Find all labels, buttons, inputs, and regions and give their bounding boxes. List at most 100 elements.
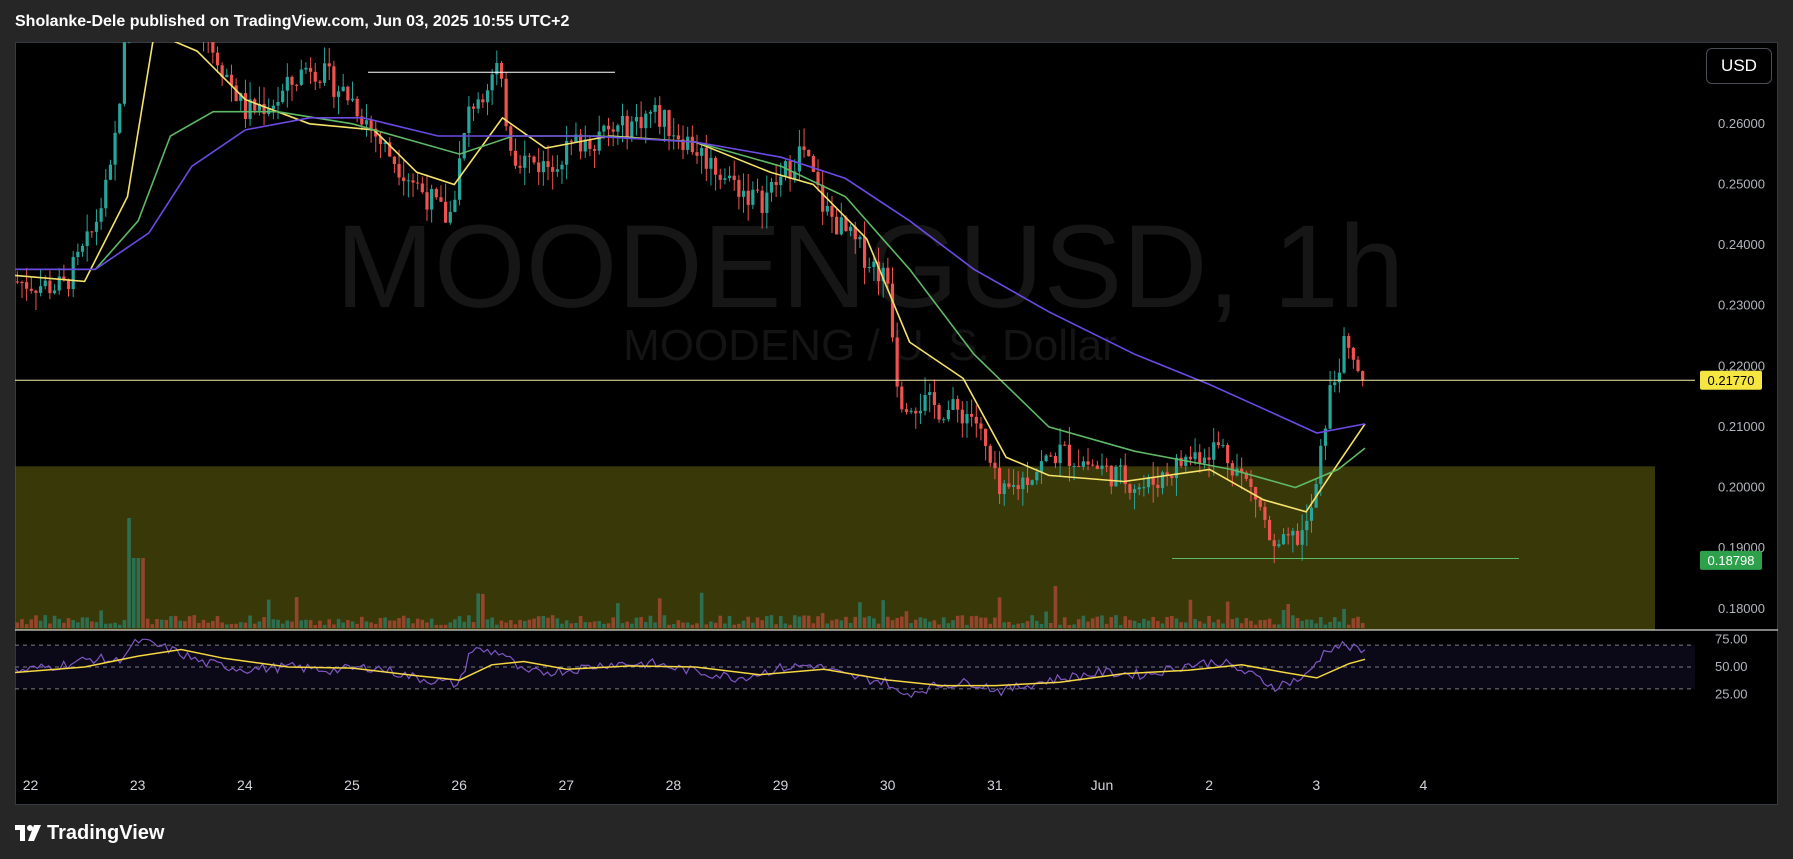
volume-bar: [522, 620, 527, 628]
candle-body: [765, 192, 769, 213]
candle-body: [1105, 465, 1109, 467]
volume-bar: [85, 617, 89, 628]
candle-body: [104, 179, 108, 209]
candle-body: [215, 52, 220, 66]
current-price-text: 0.21770: [1708, 373, 1755, 388]
candle-body: [285, 76, 289, 91]
candle-body: [1137, 487, 1141, 490]
candle-body: [1170, 476, 1174, 479]
candle-body: [1091, 464, 1095, 466]
candle-body: [737, 179, 741, 197]
candle-body: [872, 261, 876, 267]
candle-body: [499, 62, 504, 79]
volume-bar: [969, 616, 974, 628]
volume-bar: [378, 618, 383, 628]
candle-body: [1100, 465, 1104, 469]
candle-body: [592, 148, 597, 151]
brand-name[interactable]: TradingView: [47, 822, 164, 845]
candle-body: [39, 286, 43, 293]
candle-body: [509, 126, 513, 151]
candle-body: [625, 115, 629, 140]
volume-bar: [122, 620, 127, 628]
currency-button[interactable]: USD: [1706, 48, 1772, 84]
volume-bar: [285, 620, 290, 628]
volume-bar: [1249, 620, 1253, 628]
volume-bar: [229, 623, 234, 628]
candle-body: [71, 257, 75, 290]
candle-body: [1226, 445, 1230, 464]
volume-bar: [155, 618, 159, 628]
rsi-tick: 50.00: [1715, 659, 1748, 674]
candle-body: [1128, 484, 1132, 493]
volume-bar: [1123, 616, 1128, 628]
volume-bar: [131, 558, 136, 628]
volume-bar: [1030, 615, 1034, 628]
candle-body: [1002, 483, 1006, 495]
volume-bar: [620, 623, 625, 628]
candle-body: [1202, 457, 1206, 464]
volume-bar: [1286, 603, 1290, 628]
volume-bar: [1295, 618, 1300, 628]
candle-body: [821, 185, 825, 212]
candle-body: [90, 231, 94, 233]
candle-body: [942, 419, 946, 421]
time-tick: 3: [1312, 777, 1320, 793]
candle-body: [1109, 465, 1113, 487]
volume-bar: [1202, 623, 1207, 628]
volume-bar: [853, 616, 858, 628]
volume-bar: [411, 623, 415, 628]
volume-bar: [527, 619, 532, 628]
volume-bar: [290, 621, 294, 628]
volume-bar: [774, 624, 778, 628]
volume-bar: [187, 616, 192, 628]
volume-bar: [173, 615, 178, 628]
volume-bar: [364, 621, 369, 628]
volume-bar: [1114, 615, 1118, 628]
volume-bar: [52, 615, 57, 628]
volume-bar: [499, 620, 504, 628]
candle-body: [43, 280, 47, 287]
price-axis: 0.270000.260000.250000.240000.230000.220…: [1718, 55, 1765, 616]
volume-bar: [1221, 623, 1225, 628]
volume-bar: [136, 558, 141, 628]
candle-body: [1193, 452, 1197, 460]
candle-body: [1053, 455, 1058, 464]
volume-bar: [299, 620, 304, 628]
volume-bar: [676, 620, 681, 628]
candle-body: [858, 236, 862, 240]
tradingview-logo-icon[interactable]: [15, 825, 41, 841]
candle-body: [225, 74, 229, 78]
volume-bar: [485, 619, 490, 628]
candlestick-chart[interactable]: MOODENGUSD, 1h MOODENG / U. S. Dollar 0.…: [15, 42, 1778, 805]
volume-bar: [322, 624, 327, 628]
rsi-tick: 75.00: [1715, 632, 1748, 647]
candle-body: [890, 283, 895, 338]
volume-bar: [872, 618, 876, 628]
volume-bar: [1156, 621, 1160, 628]
volume-bar: [564, 620, 569, 628]
volume-bar: [434, 624, 439, 628]
candle-body: [99, 208, 103, 222]
volume-bar: [355, 623, 359, 628]
time-tick: 28: [666, 777, 682, 793]
candle-body: [1258, 499, 1262, 507]
candle-body: [825, 205, 829, 212]
volume-bar: [546, 617, 550, 628]
volume-bar: [1016, 623, 1020, 628]
candle-body: [579, 134, 583, 152]
volume-bar: [927, 621, 932, 628]
volume-bar: [1277, 624, 1281, 628]
volume-bar: [1337, 621, 1342, 628]
candle-body: [746, 190, 750, 205]
candle-body: [644, 113, 648, 129]
volume-bar: [262, 617, 266, 628]
candle-body: [965, 414, 969, 424]
volume-bar: [1183, 622, 1188, 628]
volume-bar: [71, 620, 75, 628]
volume-bar: [583, 622, 588, 628]
candle-body: [1198, 452, 1202, 464]
candle-body: [467, 106, 471, 134]
volume-bar: [66, 618, 71, 628]
candle-body: [313, 71, 317, 82]
candle-body: [1025, 477, 1030, 485]
